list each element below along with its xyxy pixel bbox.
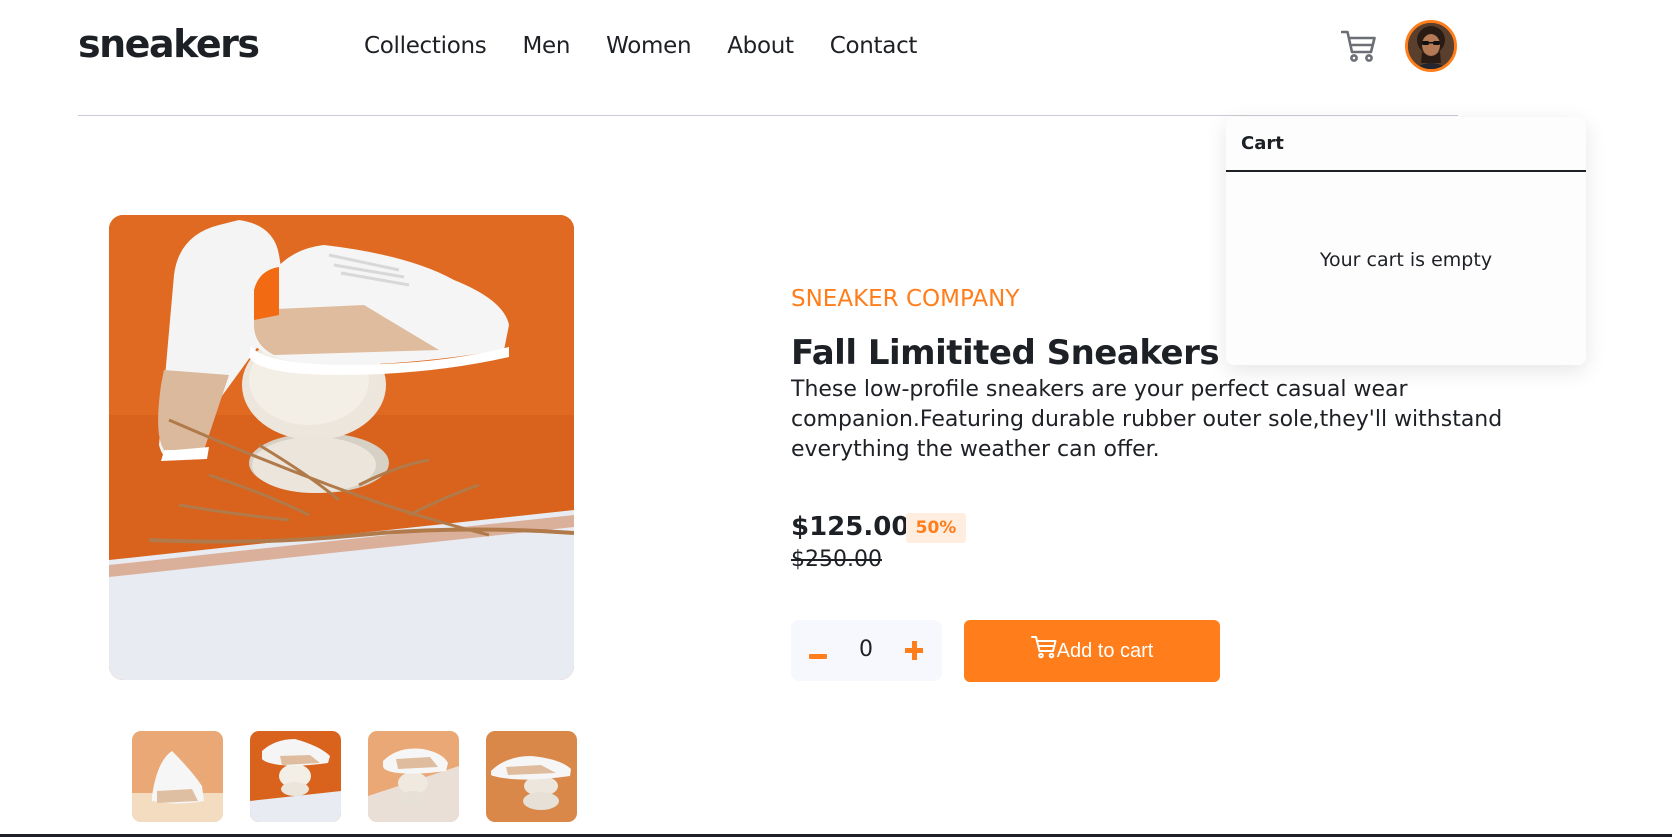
thumbnail-1[interactable] — [132, 731, 223, 822]
add-to-cart-button[interactable]: Add to cart — [964, 620, 1220, 682]
thumbnail-strip — [132, 731, 604, 822]
quantity-stepper: 0 — [791, 620, 942, 681]
user-avatar[interactable] — [1405, 20, 1457, 72]
cart-icon[interactable] — [1340, 29, 1377, 63]
nav-item-women[interactable]: Women — [606, 33, 691, 59]
current-price: $125.00 — [791, 512, 910, 542]
cart-icon — [1030, 636, 1057, 659]
cart-dropdown: Cart Your cart is empty — [1226, 117, 1586, 365]
brand-logo[interactable]: sneakers — [78, 22, 260, 66]
thumbnail-2[interactable] — [250, 731, 341, 822]
product-main-image[interactable] — [109, 215, 574, 680]
plus-icon[interactable] — [903, 638, 927, 662]
cart-title: Cart — [1241, 133, 1284, 154]
product-description: These low-profile sneakers are your perf… — [791, 377, 1503, 462]
minus-icon[interactable] — [807, 638, 831, 664]
discount-badge: 50% — [906, 513, 966, 543]
original-price: $250.00 — [791, 547, 882, 572]
cart-empty-message: Your cart is empty — [1319, 249, 1493, 271]
nav-item-about[interactable]: About — [727, 33, 794, 59]
add-to-cart-label: Add to cart — [1056, 639, 1154, 662]
product-title: Fall Limitited Sneakers — [791, 333, 1220, 373]
cart-divider — [1226, 170, 1586, 172]
nav-item-men[interactable]: Men — [522, 33, 570, 59]
quantity-value: 0 — [859, 637, 873, 662]
main-nav: Collections Men Women About Contact — [364, 33, 953, 59]
company-label: SNEAKER COMPANY — [791, 286, 1020, 312]
nav-item-collections[interactable]: Collections — [364, 33, 487, 59]
nav-item-contact[interactable]: Contact — [830, 33, 918, 59]
header-divider — [78, 115, 1458, 116]
thumbnail-4[interactable] — [486, 731, 577, 822]
thumbnail-3[interactable] — [368, 731, 459, 822]
